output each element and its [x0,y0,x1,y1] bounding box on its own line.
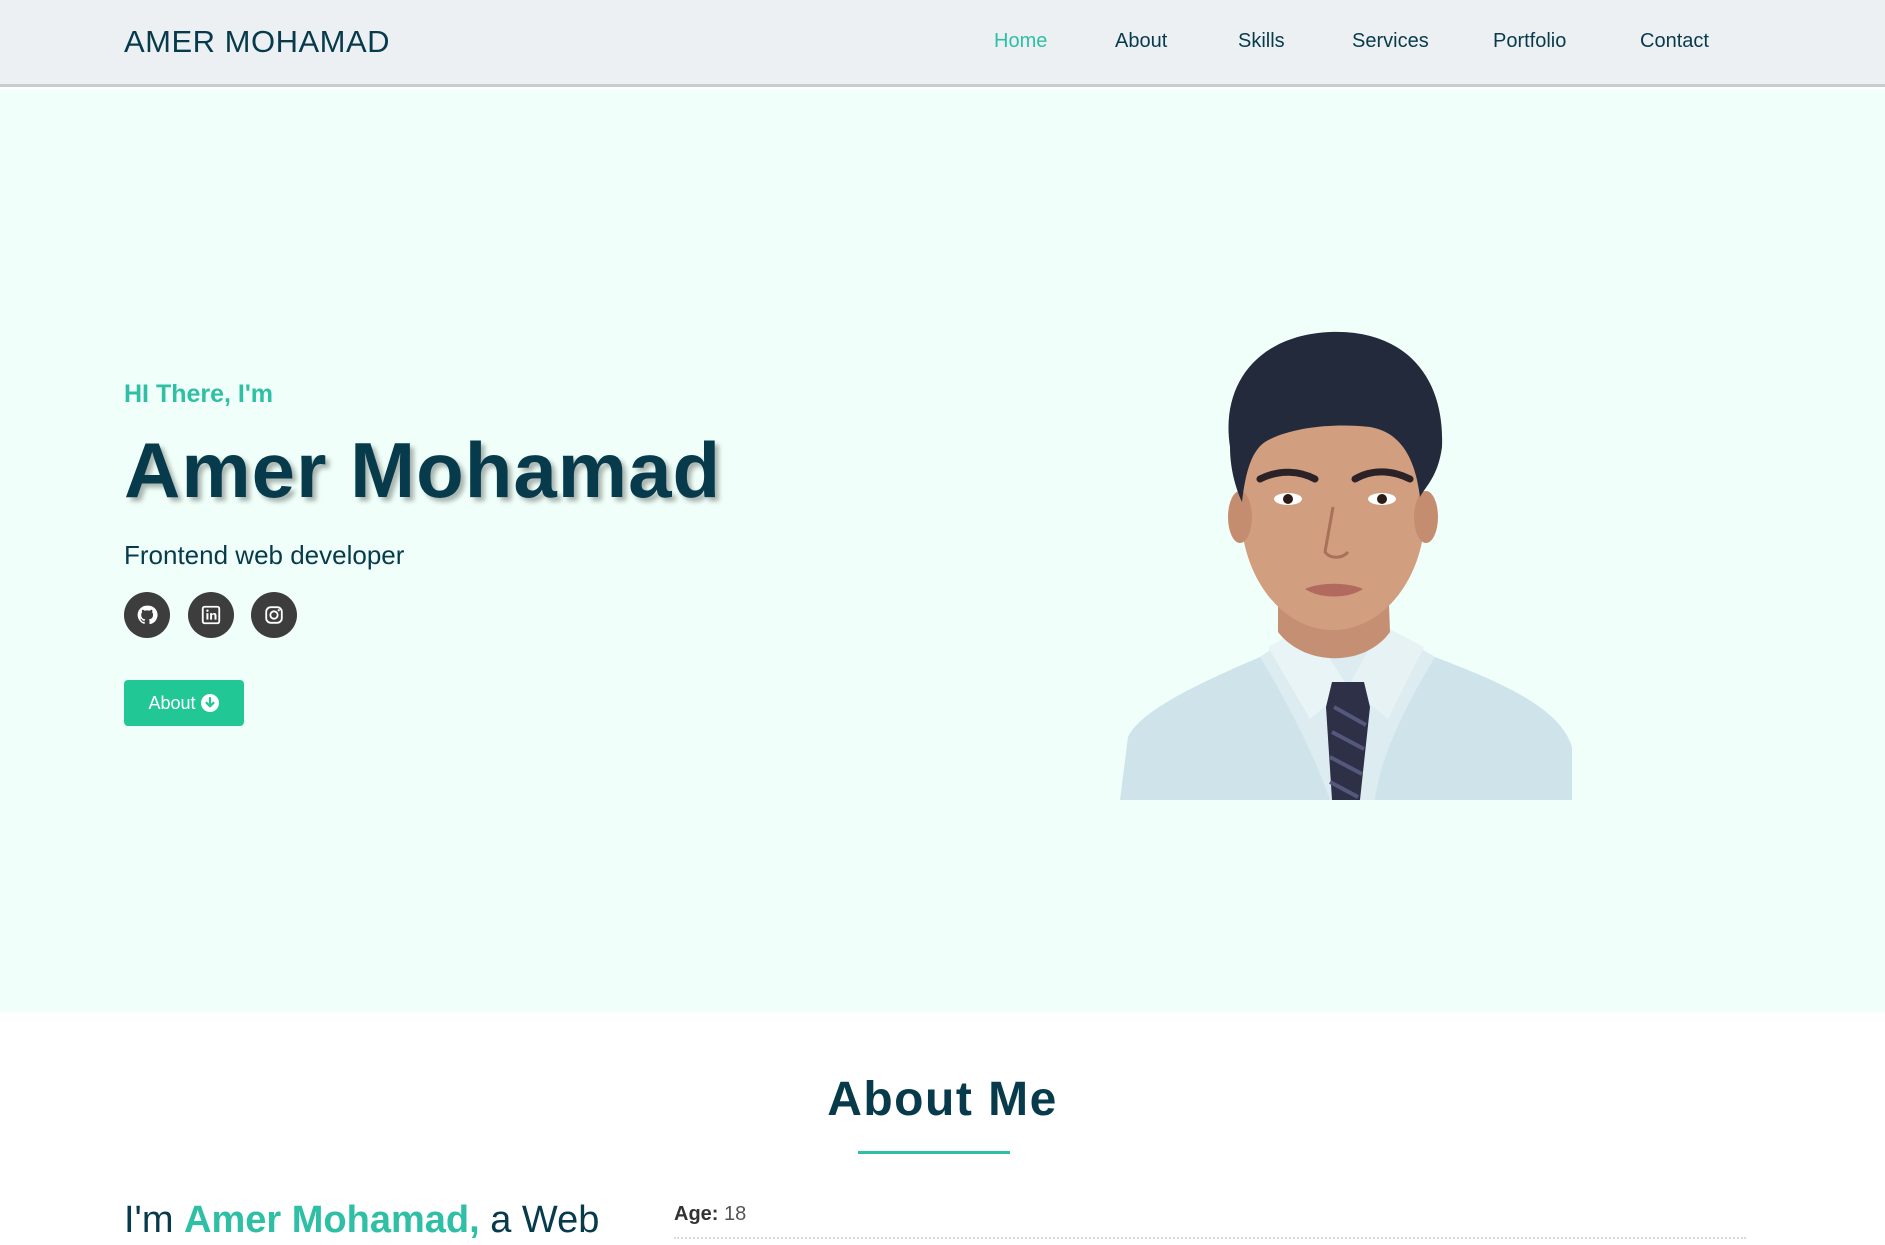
nav-link-skills[interactable]: Skills [1238,30,1285,53]
hero-name: Amer Mohamad [124,426,722,514]
hero-section: HI There, I'm Amer Mohamad Frontend web … [0,89,1885,1012]
linkedin-link[interactable] [188,592,234,638]
github-icon [137,605,158,625]
intro-suffix: a Web [490,1199,600,1241]
nav-link-about[interactable]: About [1115,30,1167,53]
intro-name: Amer Mohamad, [184,1199,480,1241]
about-button-label: About [148,692,196,713]
profile-photo [1120,331,1572,800]
instagram-link[interactable] [251,592,297,638]
arrow-down-circle-icon [200,694,219,712]
info-row-age: Age: 18 [674,1203,1746,1239]
social-links [124,592,304,638]
instagram-icon [265,606,283,624]
nav-link-services[interactable]: Services [1352,30,1429,53]
age-label: Age: [674,1203,719,1225]
about-title: About Me [827,1073,1058,1126]
nav-links: Home About Skills Services Portfolio Con… [0,30,1885,60]
hero-role: Frontend web developer [124,540,405,570]
title-underline [858,1151,1010,1154]
intro-prefix: I'm [124,1199,174,1241]
linkedin-icon [201,605,221,625]
about-intro: I'm Amer Mohamad, a Web [124,1199,599,1242]
nav-link-portfolio[interactable]: Portfolio [1493,30,1566,53]
navbar: AMER MOHAMAD Home About Skills Services … [0,0,1885,87]
nav-link-home[interactable]: Home [994,30,1047,53]
github-link[interactable] [124,592,170,638]
about-button[interactable]: About [124,680,244,726]
age-value: 18 [724,1203,747,1225]
hero-greeting: HI There, I'm [124,380,274,408]
nav-link-contact[interactable]: Contact [1640,30,1709,53]
